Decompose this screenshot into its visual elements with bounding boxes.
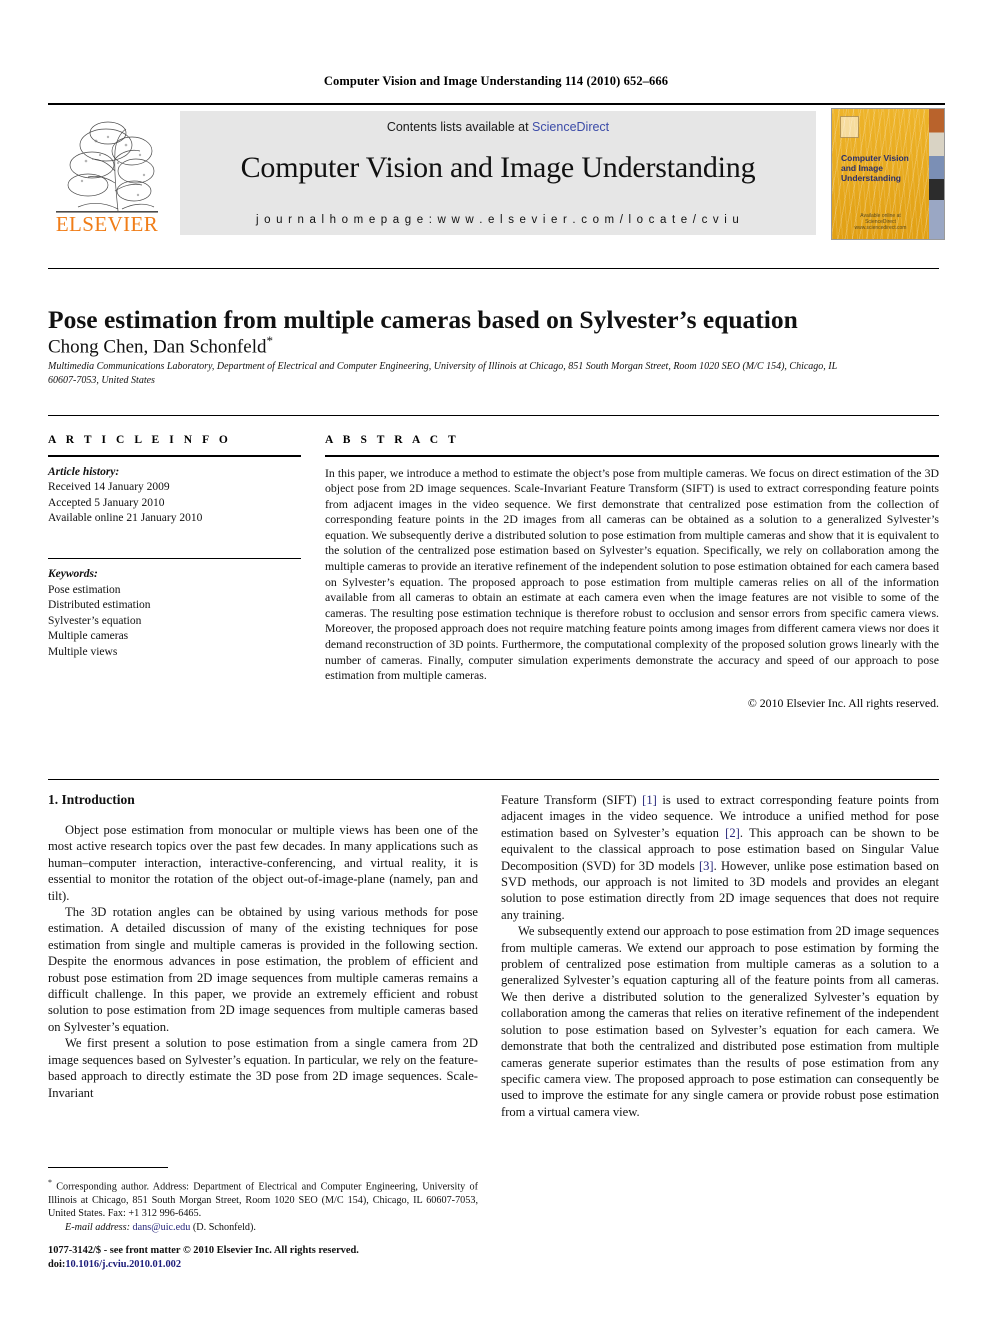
- keyword-item: Multiple cameras: [48, 630, 129, 642]
- keyword-item: Pose estimation: [48, 583, 121, 596]
- cover-title-line-3: Understanding: [841, 173, 901, 183]
- keyword-item: Multiple views: [48, 645, 118, 658]
- abstract-top-rule: [48, 415, 939, 416]
- history-item: Accepted 5 January 2010: [48, 496, 165, 509]
- body-column-right: Feature Transform (SIFT) [1] is used to …: [501, 792, 939, 1120]
- keyword-item: Distributed estimation: [48, 599, 151, 611]
- journal-title: Computer Vision and Image Understanding: [240, 151, 756, 184]
- journal-homepage-line[interactable]: j o u r n a l h o m e p a g e : w w w . …: [180, 214, 816, 226]
- footnote-email-line: E-mail address: dans@uic.edu (D. Schonfe…: [48, 1221, 478, 1234]
- footnote-rule: [48, 1167, 168, 1168]
- citation-ref-1[interactable]: [1]: [642, 793, 657, 807]
- doi-line: doi:10.1016/j.cviu.2010.01.002: [48, 1258, 518, 1272]
- para-text-a: Feature Transform (SIFT): [501, 793, 643, 807]
- doi-link[interactable]: 10.1016/j.cviu.2010.01.002: [65, 1259, 181, 1270]
- history-item: Available online 21 January 2010: [48, 512, 203, 524]
- author-affiliation: Multimedia Communications Laboratory, De…: [48, 361, 838, 386]
- citation-ref-3[interactable]: [3]: [699, 859, 714, 873]
- sciencedirect-link[interactable]: ScienceDirect: [532, 120, 609, 134]
- history-item: Received 14 January 2009: [48, 481, 170, 493]
- body-paragraph: Object pose estimation from monocular or…: [48, 823, 478, 903]
- cover-side-strip: [929, 109, 944, 239]
- footnote-text: Corresponding author. Address: Departmen…: [48, 1181, 478, 1220]
- cover-title: Computer Vision and Image Understanding: [841, 153, 921, 183]
- author-list: Chong Chen, Dan Schonfeld*: [48, 329, 938, 359]
- elsevier-wordmark: ELSEVIER: [55, 212, 159, 236]
- email-address-label: E-mail address:: [65, 1221, 130, 1233]
- corresponding-author-footnote: * Corresponding author. Address: Departm…: [48, 1167, 478, 1234]
- elsevier-tree-logo: ELSEVIER: [48, 111, 166, 235]
- keyword-item: Sylvester’s equation: [48, 614, 142, 627]
- author-names: Chong Chen, Dan Schonfeld: [48, 336, 267, 358]
- keywords-rule: [48, 557, 301, 559]
- body-top-rule: [48, 779, 939, 780]
- corresponding-author-marker: *: [266, 333, 273, 348]
- journal-band: Contents lists available at ScienceDirec…: [180, 111, 816, 235]
- article-info-rule: [48, 455, 301, 457]
- contents-prefix-text: Contents lists available at: [386, 120, 533, 134]
- paper-page: Computer Vision and Image Understanding …: [0, 0, 992, 1323]
- cover-elsevier-logo-icon: [840, 116, 859, 138]
- abstract-rule: [325, 455, 939, 457]
- contents-available-line: Contents lists available at ScienceDirec…: [180, 120, 816, 134]
- article-history-label: Article history:: [48, 465, 120, 478]
- journal-masthead: ELSEVIER Contents lists available at Sci…: [48, 103, 945, 240]
- article-info-column: A R T I C L E I N F O Article history: R…: [48, 434, 301, 660]
- issn-front-matter-line: 1077-3142/$ - see front matter © 2010 El…: [48, 1245, 359, 1256]
- abstract-text: In this paper, we introduce a method to …: [325, 465, 939, 683]
- email-link[interactable]: dans@uic.edu: [133, 1222, 191, 1233]
- abstract-column: A B S T R A C T In this paper, we introd…: [325, 434, 939, 711]
- article-history-block: Article history: Received 14 January 200…: [48, 465, 301, 527]
- running-head: Computer Vision and Image Understanding …: [323, 74, 669, 88]
- abstract-copyright: © 2010 Elsevier Inc. All rights reserved…: [747, 695, 939, 710]
- imprint-block: 1077-3142/$ - see front matter © 2010 El…: [48, 1244, 518, 1272]
- body-paragraph: We first present a solution to pose esti…: [48, 1036, 478, 1100]
- masthead-top-rule: [48, 103, 945, 105]
- section-heading-introduction: 1. Introduction: [48, 792, 135, 807]
- article-info-heading: A R T I C L E I N F O: [48, 434, 232, 446]
- citation-ref-2[interactable]: [2]: [725, 826, 740, 840]
- journal-cover-thumbnail: Computer Vision and Image Understanding …: [831, 108, 945, 240]
- title-top-rule: [48, 268, 939, 269]
- email-owner: (D. Schonfeld).: [190, 1221, 256, 1233]
- body-paragraph: We subsequently extend our approach to p…: [501, 924, 939, 1119]
- cover-title-line-2: and Image: [841, 163, 884, 173]
- cover-footer: Available online at ScienceDirect www.sc…: [832, 213, 929, 231]
- cover-title-line-1: Computer Vision: [841, 153, 909, 163]
- keywords-label: Keywords:: [48, 568, 98, 580]
- abstract-heading: A B S T R A C T: [325, 434, 460, 446]
- body-paragraph: The 3D rotation angles can be obtained b…: [48, 905, 478, 1034]
- body-paragraph-continued: Feature Transform (SIFT) [1] is used to …: [501, 792, 939, 923]
- keywords-block: Keywords: Pose estimation Distributed es…: [48, 567, 301, 660]
- doi-label: doi:: [48, 1259, 66, 1270]
- body-column-left: 1. Introduction Object pose estimation f…: [48, 792, 478, 1101]
- cover-footer-line-3: www.sciencedirect.com: [854, 225, 907, 231]
